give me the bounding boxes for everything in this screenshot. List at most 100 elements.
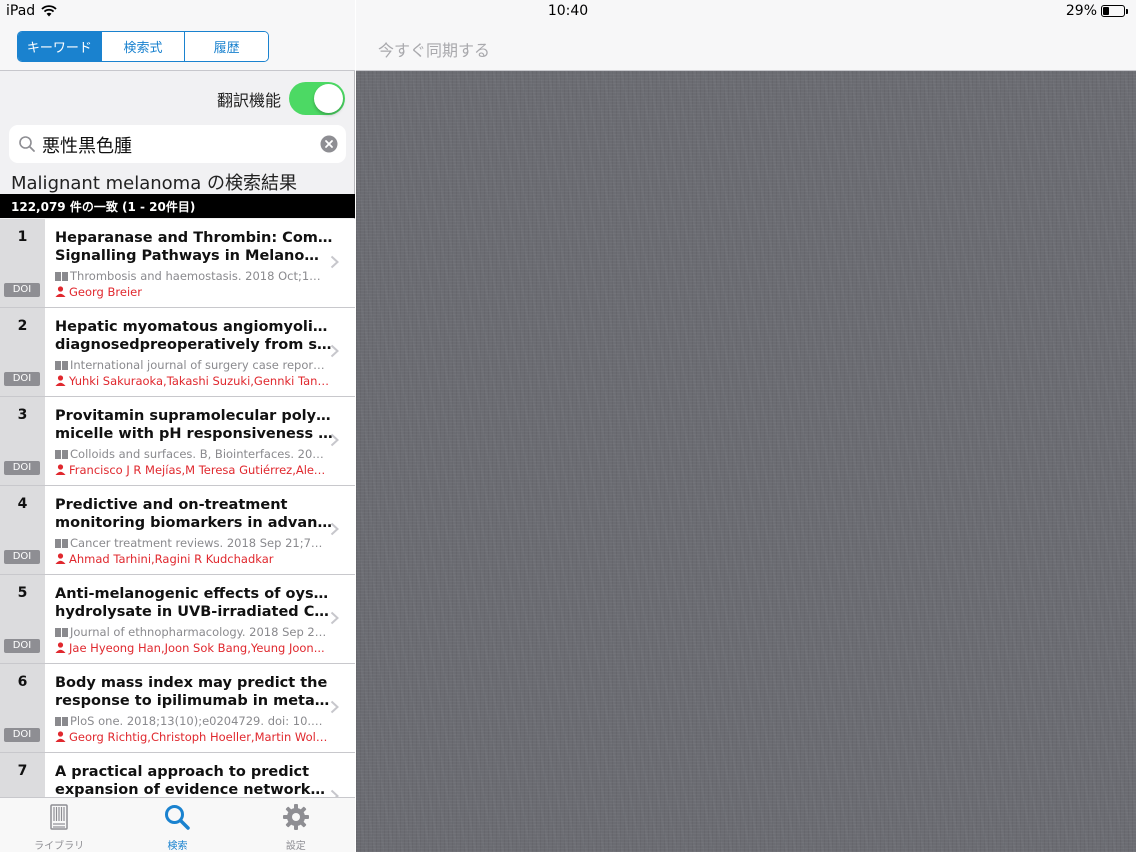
result-journal: Cancer treatment reviews. 2018 Sep 21;71…: [55, 536, 327, 550]
chevron-right-icon: [330, 344, 339, 358]
segment-query-expression[interactable]: 検索式: [101, 32, 186, 61]
result-authors: Francisco J R Mejías,M Teresa Gutiérrez,…: [55, 463, 329, 477]
result-number-column: 1 DOI: [0, 219, 45, 307]
search-icon: [165, 805, 191, 830]
result-authors: Ahmad Tarhini,Ragini R Kudchadkar: [55, 552, 329, 566]
result-title: Provitamin supramolecular polymer micell…: [55, 407, 333, 443]
result-number: 6: [17, 674, 28, 690]
result-title: Body mass index may predict the response…: [55, 674, 333, 710]
book-icon: [55, 361, 68, 370]
tab-bar: ライブラリ 検索 設定: [0, 797, 355, 852]
translate-row: 翻訳機能: [0, 80, 355, 118]
tab-search[interactable]: 検索: [118, 798, 236, 852]
result-journal: Thrombosis and haemostasis. 2018 Oct;118…: [55, 269, 327, 283]
tab-label: 設定: [285, 841, 306, 852]
result-number-column: 3 DOI: [0, 397, 45, 485]
result-number-column: 6 DOI: [0, 664, 45, 752]
tab-label: ライブラリ: [34, 841, 85, 852]
result-authors-text: Yuhki Sakuraoka,Takashi Suzuki,Gennki Ta…: [69, 374, 329, 388]
result-row[interactable]: 3 DOI Provitamin supramolecular polymer …: [0, 397, 355, 486]
result-title-line: A practical approach to predict: [55, 764, 310, 780]
person-icon: [55, 553, 66, 564]
result-journal: Colloids and surfaces. B, Biointerfaces.…: [55, 447, 327, 461]
segment-keyword[interactable]: キーワード: [18, 32, 102, 61]
result-title-line: Heparanase and Thrombin: Common: [55, 230, 333, 246]
tab-library[interactable]: ライブラリ: [0, 798, 118, 852]
chevron-right-icon: [330, 611, 339, 625]
library-icon: [50, 804, 68, 830]
doi-badge[interactable]: DOI: [4, 283, 40, 297]
result-row[interactable]: 2 DOI Hepatic myomatous angiomyolipoma d…: [0, 308, 355, 397]
search-icon: [19, 136, 35, 152]
search-mode-segmented-control: キーワード 検索式 履歴: [17, 31, 269, 62]
result-row[interactable]: 5 DOI Anti-melanogenic effects of oyster…: [0, 575, 355, 664]
book-icon: [55, 272, 68, 281]
result-authors: Yuhki Sakuraoka,Takashi Suzuki,Gennki Ta…: [55, 374, 329, 388]
status-time: 10:40: [547, 3, 589, 19]
chevron-right-icon: [330, 789, 339, 797]
result-authors: Jae Hyeong Han,Joon Sok Bang,Yeung Joon.…: [55, 641, 329, 655]
result-number: 3: [17, 407, 28, 423]
result-authors-text: Jae Hyeong Han,Joon Sok Bang,Yeung Joon.…: [69, 641, 325, 655]
result-journal: International journal of surgery case re…: [55, 358, 327, 372]
result-number-column: 7: [0, 753, 45, 797]
result-title: Heparanase and Thrombin: Common Signalli…: [55, 229, 333, 265]
result-title-line: micelle with pH responsiveness to...: [55, 426, 333, 442]
search-input[interactable]: 悪性黒色腫: [9, 125, 346, 163]
result-title-line: monitoring biomarkers in advance...: [55, 515, 333, 531]
book-icon: [55, 628, 68, 637]
person-icon: [55, 464, 66, 475]
result-journal-text: PloS one. 2018;13(10);e0204729. doi: 10.…: [70, 714, 327, 728]
result-title: Hepatic myomatous angiomyolipoma diagnos…: [55, 318, 333, 354]
person-icon: [55, 286, 66, 297]
result-number: 1: [17, 229, 28, 245]
result-row[interactable]: 6 DOI Body mass index may predict the re…: [0, 664, 355, 753]
result-row[interactable]: 7 A practical approach to predict expans…: [0, 753, 355, 797]
doi-badge[interactable]: DOI: [4, 639, 40, 653]
result-title: Anti-melanogenic effects of oyster hydro…: [55, 585, 333, 621]
doi-badge[interactable]: DOI: [4, 461, 40, 475]
battery-icon: [1101, 5, 1125, 17]
tab-settings[interactable]: 設定: [237, 798, 355, 852]
result-authors: Georg Richtig,Christoph Hoeller,Martin W…: [55, 730, 329, 744]
doi-badge[interactable]: DOI: [4, 728, 40, 742]
search-query-text: 悪性黒色腫: [42, 136, 132, 157]
chevron-right-icon: [330, 700, 339, 714]
status-bar: iPad 10:40 29%: [0, 0, 1136, 24]
search-panel: キーワード 検索式 履歴 翻訳機能 悪性黒色腫 Malignant melano…: [0, 0, 355, 852]
result-authors-text: Ahmad Tarhini,Ragini R Kudchadkar: [69, 552, 274, 566]
result-journal: PloS one. 2018;13(10);e0204729. doi: 10.…: [55, 714, 327, 728]
result-number: 7: [17, 763, 28, 779]
tab-label: 検索: [167, 841, 188, 852]
result-title-line: Signalling Pathways in Melanoma...: [55, 248, 333, 264]
result-title-line: Provitamin supramolecular polymer: [55, 408, 333, 424]
book-icon: [55, 539, 68, 548]
detail-placeholder-area: [356, 71, 1136, 852]
result-row[interactable]: 1 DOI Heparanase and Thrombin: Common Si…: [0, 219, 355, 308]
toggle-knob: [314, 84, 343, 113]
doi-badge[interactable]: DOI: [4, 372, 40, 386]
result-title-line: Anti-melanogenic effects of oyster: [55, 586, 333, 602]
result-title-line: expansion of evidence networks: a...: [55, 782, 333, 797]
result-journal-text: Journal of ethnopharmacology. 2018 Sep 2…: [70, 625, 327, 639]
translate-label: 翻訳機能: [216, 91, 281, 110]
result-title-line: Hepatic myomatous angiomyolipoma: [55, 319, 333, 335]
results-title: Malignant melanoma の検索結果: [11, 173, 297, 194]
chevron-right-icon: [330, 433, 339, 447]
result-authors: Georg Breier: [55, 285, 329, 299]
segment-history[interactable]: 履歴: [185, 32, 268, 61]
result-number-column: 4 DOI: [0, 486, 45, 574]
result-title-line: Body mass index may predict the: [55, 675, 328, 691]
result-title: Predictive and on-treatment monitoring b…: [55, 496, 333, 532]
result-journal: Journal of ethnopharmacology. 2018 Sep 2…: [55, 625, 327, 639]
sync-now-button[interactable]: 今すぐ同期する: [378, 37, 490, 61]
results-list: 1 DOI Heparanase and Thrombin: Common Si…: [0, 219, 355, 797]
result-number-column: 5 DOI: [0, 575, 45, 663]
battery-tip: [1126, 8, 1128, 14]
doi-badge[interactable]: DOI: [4, 550, 40, 564]
person-icon: [55, 375, 66, 386]
result-row[interactable]: 4 DOI Predictive and on-treatment monito…: [0, 486, 355, 575]
translate-toggle[interactable]: [289, 82, 345, 115]
clear-icon[interactable]: [320, 135, 338, 153]
result-title-line: Predictive and on-treatment: [55, 497, 288, 513]
